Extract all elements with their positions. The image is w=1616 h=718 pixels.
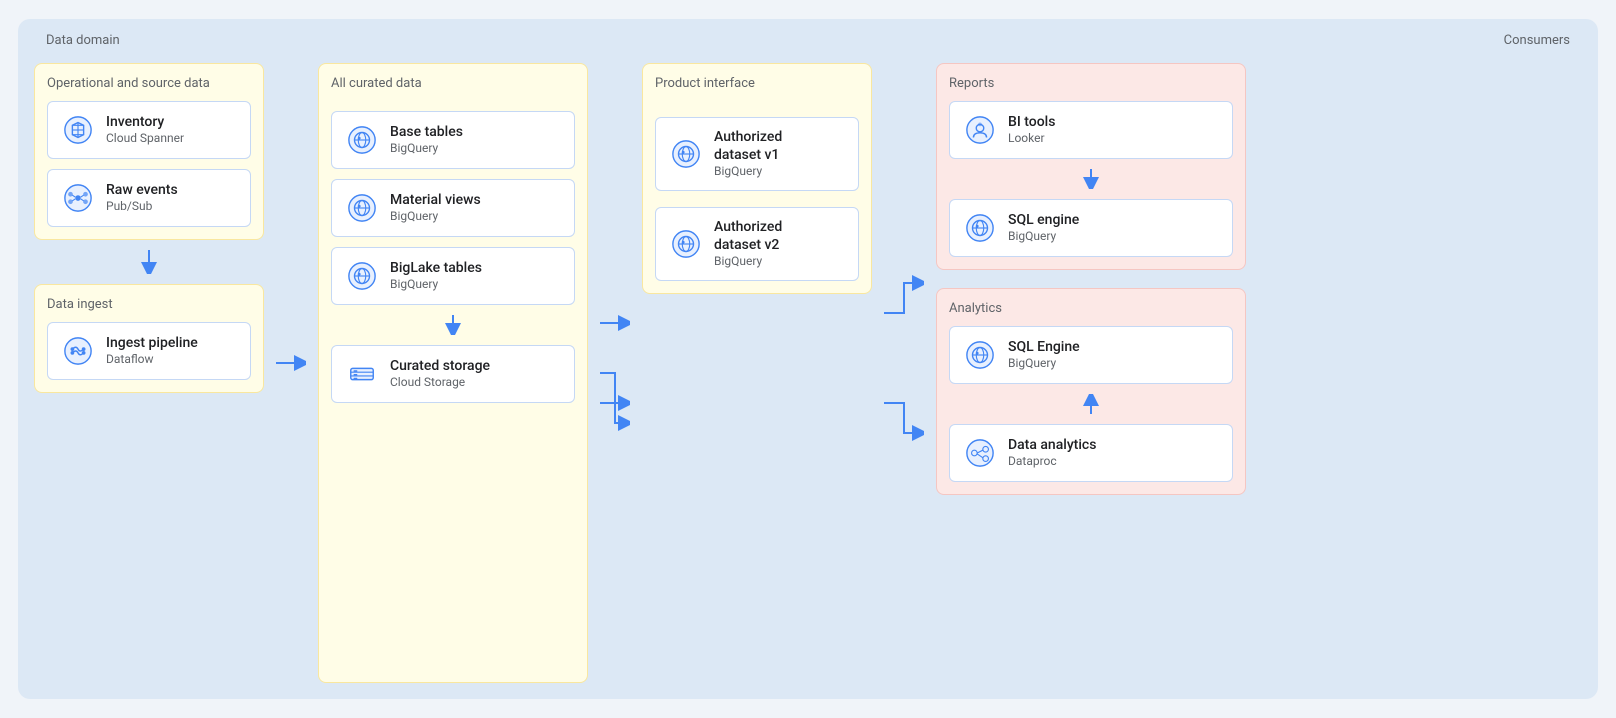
inventory-sub: Cloud Spanner [106,131,184,147]
base-tables-sub: BigQuery [390,141,463,157]
material-views-box: Material views BigQuery [331,179,575,237]
data-ingest-label: Data ingest [47,297,251,312]
auth-dataset-v1-box: Authorized dataset v1 BigQuery [655,117,859,191]
analytics-panel: Analytics [936,288,1246,495]
data-analytics-name: Data analytics [1008,436,1096,454]
material-views-text: Material views BigQuery [390,191,481,225]
curated-storage-sub: Cloud Storage [390,375,490,391]
raw-events-box: Raw events Pub/Sub [47,169,251,227]
biglake-tables-text: BigLake tables BigQuery [390,259,482,293]
sql-engine-reports-box: SQL engine BigQuery [949,199,1233,257]
reports-panel: Reports BI tools [936,63,1246,270]
base-tables-icon [344,122,380,158]
ingest-pipeline-name: Ingest pipeline [106,334,198,352]
raw-events-name: Raw events [106,181,178,199]
left-column: Operational and source data [34,63,264,683]
sql-engine-reports-sub: BigQuery [1008,229,1079,245]
bi-tools-box: BI tools Looker [949,101,1233,159]
base-tables-text: Base tables BigQuery [390,123,463,157]
consumers-label: Consumers [1504,33,1570,48]
biglake-tables-name: BigLake tables [390,259,482,277]
arrow-up-analytics [949,394,1233,414]
middle-arrows-col [600,63,630,683]
reports-rows: BI tools Looker [949,101,1233,257]
biglake-tables-sub: BigQuery [390,277,482,293]
bi-tools-icon [962,112,998,148]
sql-engine-analytics-sub: BigQuery [1008,356,1080,372]
main-layout: Operational and source data [34,35,1582,683]
base-tables-box: Base tables BigQuery [331,111,575,169]
data-analytics-text: Data analytics Dataproc [1008,436,1096,470]
curated-storage-box: Curated storage Cloud Storage [331,345,575,403]
curated-storage-text: Curated storage Cloud Storage [390,357,490,391]
data-analytics-sub: Dataproc [1008,454,1096,470]
sql-engine-reports-name: SQL engine [1008,211,1079,229]
arrow-down-2 [331,315,575,335]
sql-engine-analytics-icon [962,337,998,373]
sql-engine-analytics-text: SQL Engine BigQuery [1008,338,1080,372]
auth-dataset-v1-name: Authorized dataset v1 [714,128,782,164]
auth-dataset-v1-text: Authorized dataset v1 BigQuery [714,128,782,180]
curated-column: All curated data Base tables [318,63,588,683]
all-curated-label: All curated data [331,76,575,91]
product-label: Product interface [655,76,859,91]
arrow-right-1-wrap [276,63,306,683]
biglake-tables-box: BigLake tables BigQuery [331,247,575,305]
bi-tools-text: BI tools Looker [1008,113,1055,147]
material-views-sub: BigQuery [390,209,481,225]
bi-tools-sub: Looker [1008,131,1055,147]
inventory-icon [60,112,96,148]
raw-events-text: Raw events Pub/Sub [106,181,178,215]
auth-dataset-v2-sub: BigQuery [714,254,782,270]
curated-storage-name: Curated storage [390,357,490,375]
curated-storage-icon [344,356,380,392]
material-views-name: Material views [390,191,481,209]
right-arrows-col [884,63,924,683]
material-views-icon [344,190,380,226]
bi-tools-name: BI tools [1008,113,1055,131]
sql-engine-analytics-box: SQL Engine BigQuery [949,326,1233,384]
auth-dataset-v2-icon [668,226,704,262]
auth-dataset-v2-text: Authorized dataset v2 BigQuery [714,218,782,270]
all-curated-panel: All curated data Base tables [318,63,588,683]
inventory-name: Inventory [106,113,184,131]
ingest-pipeline-text: Ingest pipeline Dataflow [106,334,198,368]
product-column: Product interface Authorized dataset [642,63,872,683]
sql-engine-analytics-name: SQL Engine [1008,338,1080,356]
biglake-tables-icon [344,258,380,294]
data-analytics-icon [962,435,998,471]
raw-events-icon [60,180,96,216]
data-domain-label: Data domain [46,33,120,48]
arrow-down-1 [34,250,264,274]
ingest-panel: Data ingest [34,284,264,393]
sql-engine-reports-text: SQL engine BigQuery [1008,211,1079,245]
operational-label: Operational and source data [47,76,251,91]
ingest-pipeline-sub: Dataflow [106,352,198,368]
raw-events-sub: Pub/Sub [106,199,178,215]
inventory-box: Inventory Cloud Spanner [47,101,251,159]
analytics-rows: SQL Engine BigQuery [949,326,1233,482]
arrow-down-reports [949,169,1233,189]
sql-engine-reports-icon [962,210,998,246]
operational-rows: Inventory Cloud Spanner [47,101,251,227]
auth-dataset-v1-sub: BigQuery [714,164,782,180]
data-analytics-box: Data analytics Dataproc [949,424,1233,482]
ingest-pipeline-box: Ingest pipeline Dataflow [47,322,251,380]
product-panel: Product interface Authorized dataset [642,63,872,294]
auth-dataset-v1-icon [668,136,704,172]
inventory-text: Inventory Cloud Spanner [106,113,184,147]
auth-dataset-v2-box: Authorized dataset v2 BigQuery [655,207,859,281]
reports-label: Reports [949,76,1233,91]
operational-panel: Operational and source data [34,63,264,240]
diagram-wrapper: Data domain Consumers Operational and so… [18,19,1598,699]
ingest-pipeline-icon [60,333,96,369]
analytics-label: Analytics [949,301,1233,316]
auth-dataset-v2-name: Authorized dataset v2 [714,218,782,254]
base-tables-name: Base tables [390,123,463,141]
consumers-column: Reports BI tools [936,63,1246,683]
